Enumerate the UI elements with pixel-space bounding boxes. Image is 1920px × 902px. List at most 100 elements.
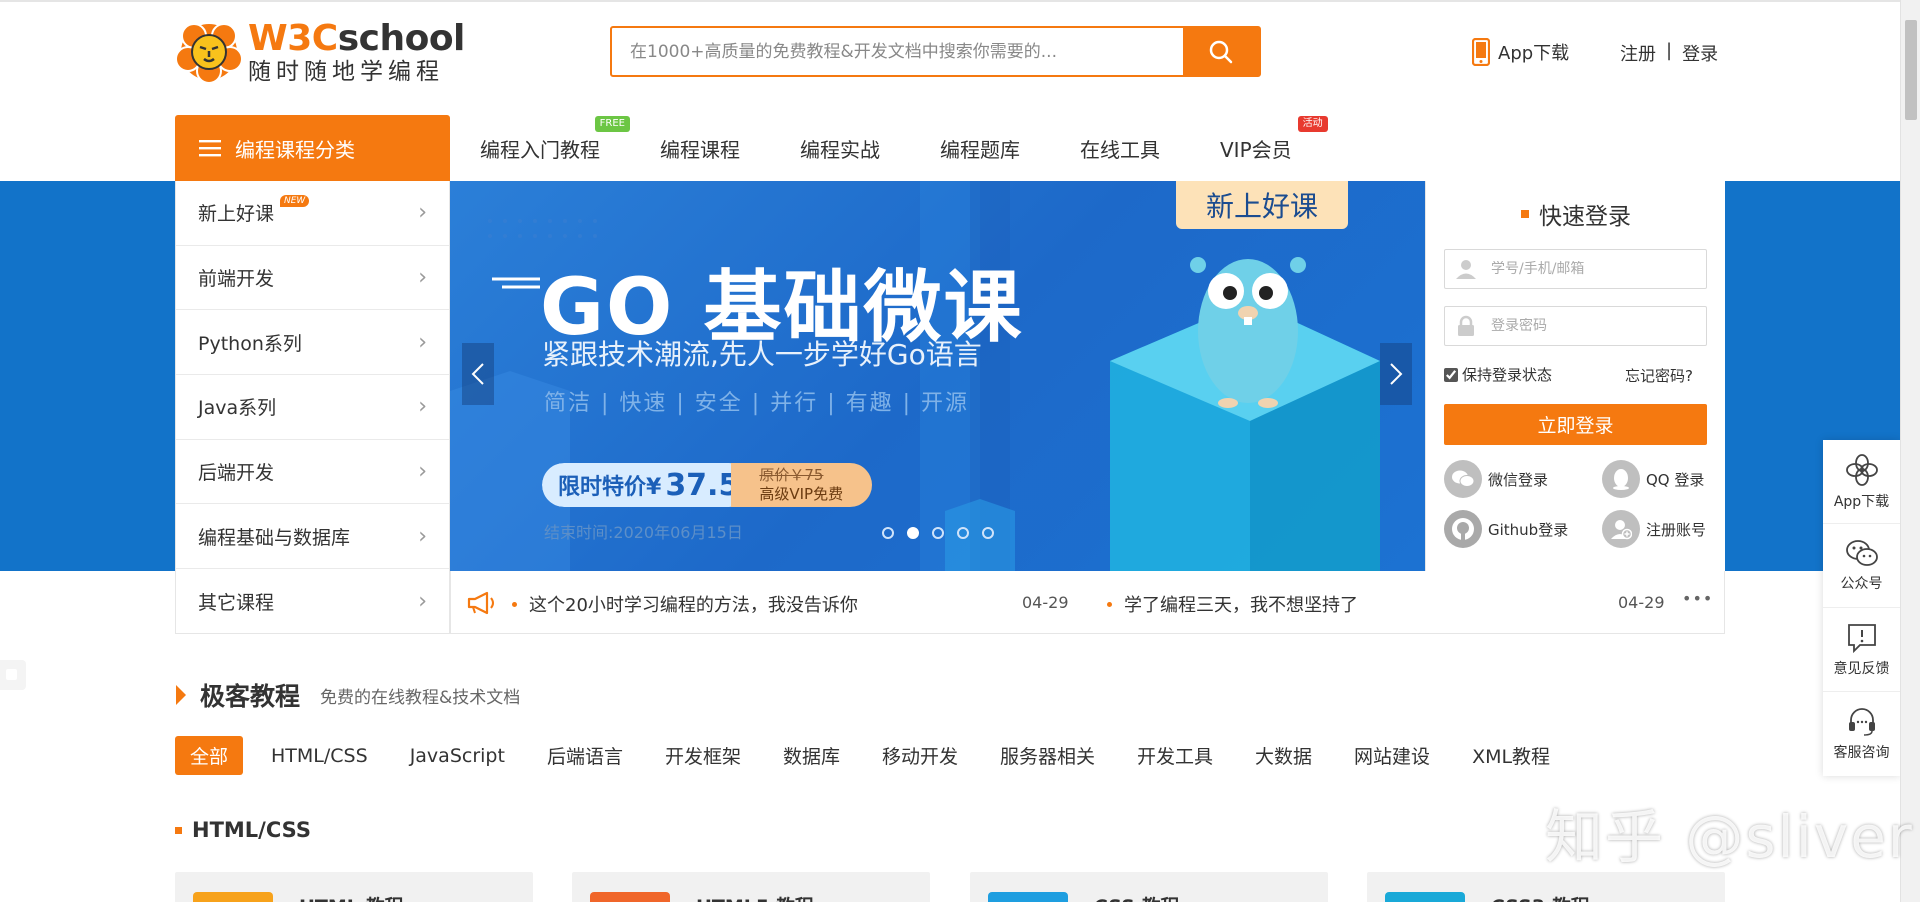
card-name: HTML 教程 <box>299 892 404 902</box>
wechat-icon <box>1845 539 1878 566</box>
scrollbar-thumb[interactable] <box>1905 20 1917 120</box>
banner-dot[interactable] <box>982 527 994 539</box>
nav-item-courses[interactable]: 编程课程 <box>660 134 740 163</box>
filter-tab[interactable]: 开发工具 <box>1137 742 1213 769</box>
search-button[interactable] <box>1183 28 1259 75</box>
banner-prev-button[interactable] <box>462 343 494 405</box>
side-item-java[interactable]: Java系列 › <box>176 375 449 440</box>
register-account-link[interactable]: 注册账号 <box>1602 510 1706 548</box>
card-thumbnail <box>988 892 1068 902</box>
username-field[interactable] <box>1444 249 1707 289</box>
side-item-python[interactable]: Python系列 › <box>176 310 449 376</box>
tutorial-card[interactable]: HTML5 教程 <box>572 872 930 902</box>
filter-tab[interactable]: 大数据 <box>1255 742 1312 769</box>
float-customer-service[interactable]: 客服咨询 <box>1823 692 1900 776</box>
quick-login-panel: 快速登录 保持登录状态 忘记密码? 立即登录 微信登录 QQ 登录 Github… <box>1425 181 1725 571</box>
filter-tab[interactable]: HTML/CSS <box>271 745 368 767</box>
float-wechat-account[interactable]: 公众号 <box>1823 524 1900 608</box>
banner-dot[interactable] <box>932 527 944 539</box>
news-item[interactable]: 学了编程三天，我不想坚持了 <box>1107 591 1358 617</box>
side-item-other[interactable]: 其它课程 › <box>176 569 449 634</box>
chevron-right-icon: › <box>418 588 427 614</box>
news-bar: 这个20小时学习编程的方法，我没告诉你 04-29 学了编程三天，我不想坚持了 … <box>450 571 1725 634</box>
remember-checkbox[interactable] <box>1444 367 1458 382</box>
left-edge-toggle[interactable] <box>0 660 26 690</box>
price-value: 37.5 <box>665 467 740 503</box>
qq-login[interactable]: QQ 登录 <box>1602 460 1704 498</box>
auth-separator: | <box>1666 40 1673 61</box>
banner-next-button[interactable] <box>1380 343 1412 405</box>
banner-price-tag: 限时特价¥ 37.5 原价￥75 高级VIP免费 <box>542 463 872 507</box>
filter-tab[interactable]: 网站建设 <box>1354 742 1430 769</box>
forgot-password-link[interactable]: 忘记密码? <box>1625 365 1693 386</box>
card-thumbnail <box>590 892 670 902</box>
wechat-login[interactable]: 微信登录 <box>1444 460 1548 498</box>
logo-subtitle: 随时随地学编程 <box>248 59 444 85</box>
nav-item-practice[interactable]: 编程实战 <box>800 134 880 163</box>
wechat-icon <box>1444 460 1482 498</box>
login-link[interactable]: 登录 <box>1682 40 1718 66</box>
app-download-link[interactable]: App下载 <box>1472 36 1569 68</box>
nav-item-vip[interactable]: VIP会员 活动 <box>1220 115 1328 163</box>
app-download-label: App下载 <box>1498 43 1570 64</box>
nav-item-questions[interactable]: 编程题库 <box>940 134 1020 163</box>
logo[interactable]: W3Cschool 随时随地学编程 <box>176 18 465 86</box>
filter-tab[interactable]: 服务器相关 <box>1000 742 1095 769</box>
banner-pagination <box>882 527 994 539</box>
news-item[interactable]: 这个20小时学习编程的方法，我没告诉你 <box>512 591 858 617</box>
lock-icon <box>1458 315 1474 336</box>
tutorial-card[interactable]: CSS3 教程 <box>1367 872 1725 902</box>
float-app-download[interactable]: App下载 <box>1823 440 1900 524</box>
password-field[interactable] <box>1444 306 1707 346</box>
float-feedback[interactable]: 意见反馈 <box>1823 608 1900 692</box>
card-name: CSS3 教程 <box>1491 892 1590 902</box>
chevron-right-icon: › <box>418 200 427 226</box>
banner-dot-active[interactable] <box>907 527 919 539</box>
nav-item-tools[interactable]: 在线工具 <box>1080 134 1160 163</box>
promo-banner[interactable]: 新上好课 GO 基础微课 紧跟技术潮流,先人一步学好Go语言 简洁 | 快速 |… <box>450 181 1425 571</box>
banner-dot[interactable] <box>957 527 969 539</box>
github-login[interactable]: Github登录 <box>1444 510 1568 548</box>
register-link[interactable]: 注册 <box>1620 40 1656 66</box>
password-input[interactable] <box>1491 318 1691 334</box>
search-bar <box>610 26 1261 77</box>
news-date: 04-29 <box>1022 593 1069 612</box>
filter-tab[interactable]: XML教程 <box>1472 742 1550 769</box>
side-item-frontend[interactable]: 前端开发 › <box>176 246 449 311</box>
card-name: HTML5 教程 <box>696 892 814 902</box>
chevron-left-icon <box>471 363 484 385</box>
side-item-new-courses[interactable]: 新上好课 NEW › <box>176 181 449 246</box>
filter-tab[interactable]: JavaScript <box>410 745 505 767</box>
filter-tab[interactable]: 开发框架 <box>665 742 741 769</box>
remember-login[interactable]: 保持登录状态 <box>1444 364 1552 385</box>
app-logo-icon <box>1845 453 1878 486</box>
side-item-basics-db[interactable]: 编程基础与数据库 › <box>176 504 449 570</box>
category-button-label: 编程课程分类 <box>235 137 355 162</box>
phone-icon <box>1472 38 1490 66</box>
tutorial-card[interactable]: HTML 教程 <box>175 872 533 902</box>
banner-dot[interactable] <box>882 527 894 539</box>
new-badge: NEW <box>280 195 310 207</box>
course-category-button[interactable]: 编程课程分类 <box>175 115 450 181</box>
logo-title: W3Cschool <box>248 18 465 59</box>
filter-tab[interactable]: 数据库 <box>783 742 840 769</box>
banner-decoration <box>450 181 1380 571</box>
card-thumbnail <box>193 892 273 902</box>
username-input[interactable] <box>1491 261 1691 277</box>
side-item-backend[interactable]: 后端开发 › <box>176 440 449 505</box>
feedback-icon <box>1847 623 1876 653</box>
headset-icon <box>1848 708 1875 736</box>
page-scrollbar[interactable] <box>1900 0 1920 902</box>
search-input[interactable] <box>612 28 1183 75</box>
login-submit-button[interactable]: 立即登录 <box>1444 404 1707 445</box>
nav-item-intro[interactable]: 编程入门教程 FREE <box>480 115 630 163</box>
filter-tab-all[interactable]: 全部 <box>175 736 244 775</box>
tutorial-filter-tabs: 全部 HTML/CSS JavaScript 后端语言 开发框架 数据库 移动开… <box>175 736 1592 775</box>
section-description: 免费的在线教程&技术文档 <box>320 687 521 708</box>
news-more-button[interactable]: ••• <box>1682 589 1713 608</box>
filter-tab[interactable]: 后端语言 <box>547 742 623 769</box>
user-icon <box>1456 260 1476 279</box>
filter-tab[interactable]: 移动开发 <box>882 742 958 769</box>
tutorial-card[interactable]: CSS 教程 <box>970 872 1328 902</box>
banner-ribbon: 新上好课 <box>1176 181 1348 229</box>
